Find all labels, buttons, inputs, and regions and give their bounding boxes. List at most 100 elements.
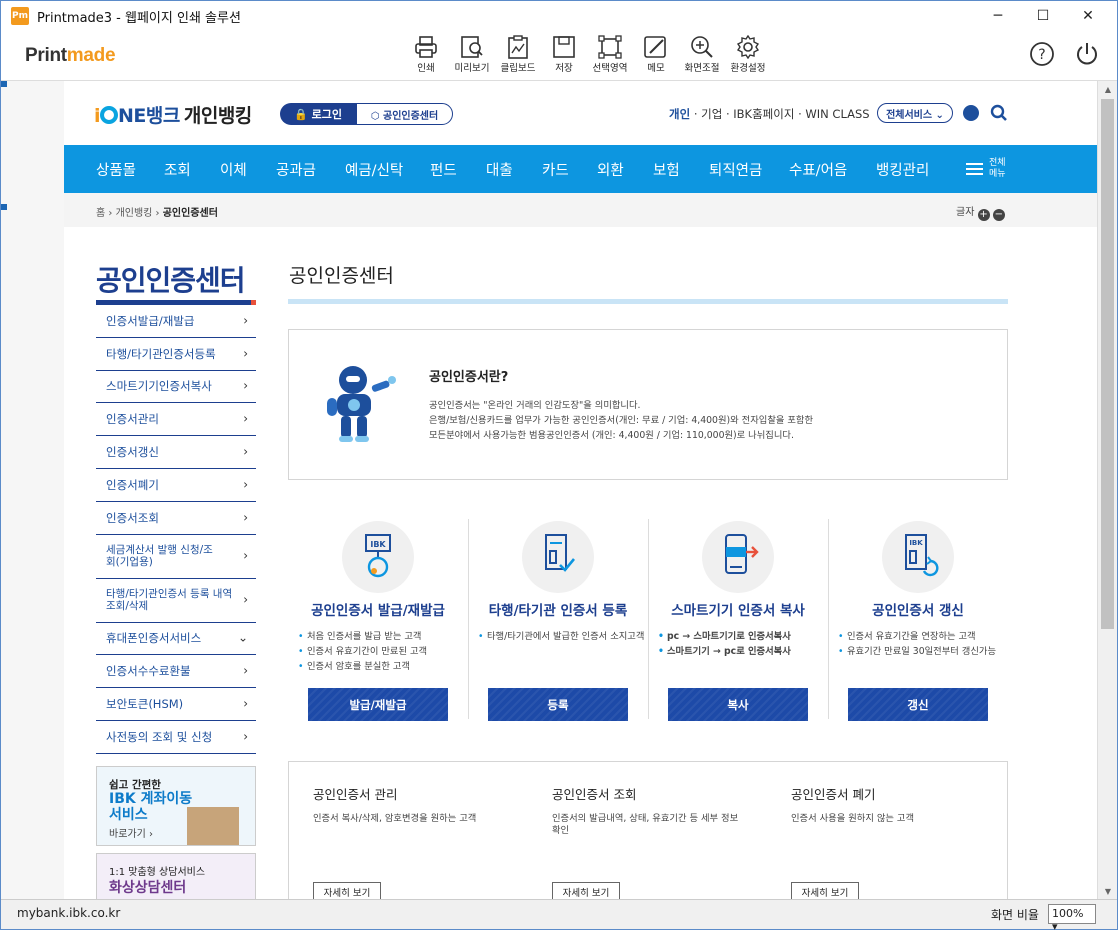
detail-button[interactable]: 자세히 보기	[552, 882, 620, 899]
power-button[interactable]	[1074, 41, 1104, 71]
title-bar: Pm Printmade3 - 웹페이지 인쇄 솔루션 ─ ☐ ✕	[1, 1, 1117, 31]
lnb-item[interactable]: 타행/타기관인증서 등록 내역조회/삭제 ›	[96, 579, 256, 623]
search-button[interactable]	[990, 104, 1008, 126]
lnb-item[interactable]: 타행/타기관인증서등록 ›	[96, 338, 256, 371]
service-desc: 처음 인증서를 발급 받는 고객	[298, 629, 468, 644]
close-button[interactable]: ✕	[1065, 1, 1111, 31]
service-card-copy: 스마트기기 인증서 복사 pc → 스마트기기로 인증서복사 스마트기기 → p…	[648, 519, 828, 721]
lnb-item[interactable]: 인증서조회 ›	[96, 502, 256, 535]
font-decrease-button[interactable]: −	[992, 209, 1005, 221]
renew-button[interactable]: 갱신	[848, 688, 988, 721]
save-tool-button[interactable]: 저장	[539, 35, 589, 74]
section-title: 공인인증서 관리	[313, 787, 398, 802]
memo-tool-button[interactable]: 메모	[631, 35, 681, 74]
preview-tool-button[interactable]: 미리보기	[447, 35, 497, 74]
intro-line: 은행/보험/신용카드를 업무가 가능한 공인인증서(개인: 무료 / 기업: 4…	[429, 415, 814, 426]
copy-button[interactable]: 복사	[668, 688, 808, 721]
intro-heading: 공인인증서란?	[429, 370, 509, 385]
breadcrumb-personal[interactable]: 개인뱅킹	[116, 208, 153, 219]
detail-button[interactable]: 자세히 보기	[791, 882, 859, 899]
lnb-item[interactable]: 보안토큰(HSM) ›	[96, 688, 256, 721]
lnb-item[interactable]: 인증서폐기 ›	[96, 469, 256, 502]
gnb-item[interactable]: 상품몰	[96, 159, 136, 180]
lnb-item[interactable]: 인증서수수료환불 ›	[96, 655, 256, 689]
vertical-scrollbar[interactable]: ▲ ▼	[1097, 81, 1117, 899]
video-consult-banner[interactable]: 1:1 맞춤형 상담서비스 화상상담센터	[96, 853, 256, 899]
globe-icon[interactable]	[963, 105, 979, 121]
banner1-link[interactable]: 바로가기 ›	[109, 825, 153, 840]
lnb-item[interactable]: 사전동의 조회 및 신청 ›	[96, 721, 256, 754]
lnb-item-label: 세금계산서 발행 신청/조회(기업용)	[106, 544, 213, 569]
detail-button[interactable]: 자세히 보기	[313, 882, 381, 899]
lnb-item[interactable]: 휴대폰인증서서비스 ⌄	[96, 623, 256, 656]
banner-illustration	[187, 807, 239, 845]
gnb-item[interactable]: 예금/신탁	[345, 159, 403, 180]
settings-tool-label: 환경설정	[730, 63, 766, 74]
revoke-section: 공인인증서 폐기 인증서 사용을 원하지 않는 고객 자세히 보기	[791, 784, 991, 899]
zoom-select[interactable]: 100% ▾	[1048, 904, 1096, 933]
intro-line: 공인인증서는 "온라인 거래의 인감도장"을 의미합니다.	[429, 400, 641, 411]
lnb-item[interactable]: 스마트기기인증서복사 ›	[96, 371, 256, 404]
lnb-item[interactable]: 세금계산서 발행 신청/조회(기업용) ›	[96, 535, 256, 579]
lnb-item-label: 인증서수수료환불	[106, 664, 191, 679]
scroll-down-arrow[interactable]: ▼	[1098, 883, 1118, 899]
login-button[interactable]: 🔒 로그인	[280, 103, 356, 125]
lnb-item-label: 스마트기기인증서복사	[106, 379, 212, 394]
scroll-up-arrow[interactable]: ▲	[1098, 81, 1118, 97]
scrollbar-thumb[interactable]	[1101, 99, 1114, 629]
save-icon	[553, 36, 575, 58]
link-corporate[interactable]: 기업	[701, 107, 722, 121]
lnb-item[interactable]: 인증서갱신 ›	[96, 436, 256, 469]
maximize-button[interactable]: ☐	[1020, 1, 1066, 31]
gnb-item[interactable]: 대출	[486, 159, 513, 180]
gnb-item[interactable]: 펀드	[430, 159, 457, 180]
select-area-tool-button[interactable]: 선택영역	[585, 35, 635, 74]
lnb-title: 공인인증센터	[96, 264, 246, 297]
lnb-item[interactable]: 인증서발급/재발급 ›	[96, 305, 256, 338]
chevron-right-icon: ›	[243, 313, 248, 328]
link-personal[interactable]: 개인	[669, 107, 690, 121]
service-desc: 타행/타기관에서 발급한 인증서 소지고객	[478, 629, 648, 644]
link-winclass[interactable]: WIN CLASS	[805, 107, 869, 121]
service-desc-list: 처음 인증서를 발급 받는 고객 인증서 유효기간이 만료된 고객 인증서 암호…	[298, 629, 468, 674]
ibk-one-bank-logo[interactable]: i NE뱅크 개인뱅킹	[94, 101, 252, 128]
gnb-item[interactable]: 이체	[220, 159, 247, 180]
settings-tool-button[interactable]: 환경설정	[723, 35, 773, 74]
zoom-tool-button[interactable]: 화면조절	[677, 35, 727, 74]
service-title: 공인인증서 갱신	[872, 603, 964, 619]
clipboard-tool-button[interactable]: 클립보드	[493, 35, 543, 74]
link-ibk-home[interactable]: IBK홈페이지	[733, 107, 794, 121]
service-title: 타행/타기관 인증서 등록	[488, 603, 628, 619]
gnb-item[interactable]: 공과금	[276, 159, 316, 180]
logo-print-text: Print	[25, 45, 67, 66]
all-services-select[interactable]: 전체서비스 ⌄	[877, 103, 953, 123]
gnb-item[interactable]: 조회	[164, 159, 191, 180]
gnb-item[interactable]: 보험	[653, 159, 680, 180]
cert-center-button[interactable]: ⬡ 공인인증센터	[356, 103, 453, 125]
save-tool-label: 저장	[555, 63, 573, 74]
gnb-item[interactable]: 카드	[542, 159, 569, 180]
account-transfer-banner[interactable]: 쉽고 간편한 IBK 계좌이동 서비스 바로가기 ›	[96, 766, 256, 846]
select-area-icon	[598, 35, 622, 59]
issue-button[interactable]: 발급/재발급	[308, 688, 448, 721]
help-button[interactable]: ?	[1029, 41, 1059, 71]
gnb-item[interactable]: 뱅킹관리	[876, 159, 929, 180]
gnb-item[interactable]: 수표/어음	[789, 159, 847, 180]
chevron-right-icon: ›	[243, 729, 248, 744]
service-desc: 유효기간 만료일 30일전부터 갱신가능	[838, 644, 1008, 659]
register-button[interactable]: 등록	[488, 688, 628, 721]
lnb-item[interactable]: 인증서관리 ›	[96, 403, 256, 437]
minimize-button[interactable]: ─	[975, 1, 1021, 31]
service-desc: 인증서 유효기간을 연장하는 고객	[838, 629, 1008, 644]
lnb-item-label: 타행/타기관인증서 등록 내역조회/삭제	[106, 588, 233, 613]
sep: ·	[794, 107, 806, 121]
lnb-item-label: 인증서관리	[106, 412, 159, 427]
gnb-item[interactable]: 퇴직연금	[709, 159, 762, 180]
zoom-label: 화면 비율	[991, 908, 1039, 922]
logo-bank-text: NE뱅크	[118, 105, 180, 127]
print-tool-button[interactable]: 인쇄	[401, 35, 451, 74]
breadcrumb-home[interactable]: 홈	[96, 208, 105, 219]
gnb-item[interactable]: 외환	[597, 159, 624, 180]
font-increase-button[interactable]: +	[977, 209, 990, 221]
memo-tool-label: 메모	[647, 63, 665, 74]
